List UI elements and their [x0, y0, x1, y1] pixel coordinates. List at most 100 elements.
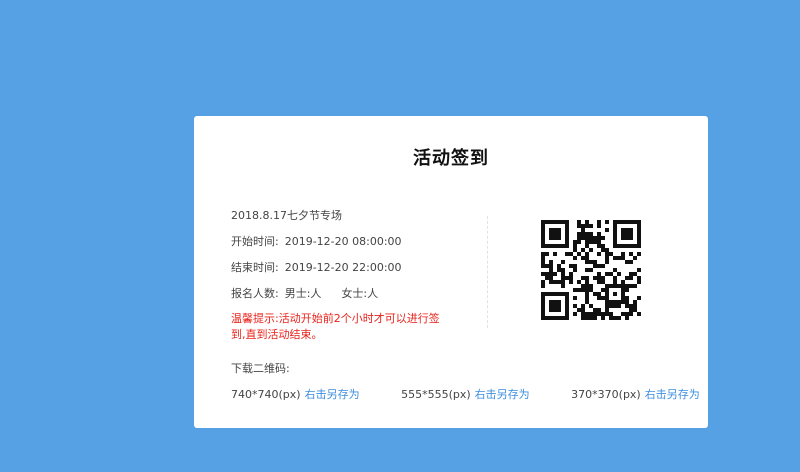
- divider: [487, 216, 488, 328]
- qr-module: [625, 296, 629, 300]
- qr-module: [581, 288, 585, 292]
- qr-module: [617, 284, 621, 288]
- qr-module: [621, 312, 625, 316]
- qr-module: [585, 240, 589, 244]
- qr-module: [605, 308, 609, 312]
- qr-module: [625, 304, 629, 308]
- qr-module: [589, 316, 593, 320]
- qr-module: [625, 244, 629, 248]
- save-link-555[interactable]: 右击另存为: [475, 388, 530, 401]
- qr-module: [605, 284, 609, 288]
- qr-module: [601, 236, 605, 240]
- qr-module: [557, 268, 561, 272]
- qr-module: [549, 300, 553, 304]
- start-time-value: 2019-12-20 08:00:00: [284, 235, 402, 248]
- notice-text: 温馨提示:活动开始前2个小时才可以进行签到,直到活动结束。: [231, 312, 440, 341]
- qr-module: [621, 280, 625, 284]
- qr-module: [597, 308, 601, 312]
- event-info: 2018.8.17七夕节专场 开始时间: 2019-12-20 08:00:00 …: [231, 209, 451, 343]
- qr-module: [541, 316, 545, 320]
- qr-module: [597, 252, 601, 256]
- qr-module: [613, 224, 617, 228]
- qr-module: [549, 228, 553, 232]
- qr-module: [557, 228, 561, 232]
- qr-module: [577, 280, 581, 284]
- qr-module: [573, 312, 577, 316]
- qr-module: [629, 244, 633, 248]
- qr-module: [541, 240, 545, 244]
- qr-module: [565, 224, 569, 228]
- qr-module: [549, 264, 553, 268]
- qr-module: [585, 220, 589, 224]
- qr-module: [625, 312, 629, 316]
- qr-module: [625, 276, 629, 280]
- qr-module: [613, 284, 617, 288]
- qr-module: [561, 280, 565, 284]
- qr-module: [561, 276, 565, 280]
- qr-module: [585, 296, 589, 300]
- qr-module: [597, 280, 601, 284]
- qr-module: [585, 300, 589, 304]
- qr-module: [541, 256, 545, 260]
- qr-module: [601, 264, 605, 268]
- qr-module: [545, 316, 549, 320]
- qr-module: [621, 244, 625, 248]
- qr-module: [589, 288, 593, 292]
- qr-module: [629, 272, 633, 276]
- qr-module: [581, 308, 585, 312]
- qr-module: [629, 220, 633, 224]
- qr-module: [621, 228, 625, 232]
- qr-module: [573, 240, 577, 244]
- qr-module: [573, 296, 577, 300]
- qr-module: [637, 232, 641, 236]
- qr-module: [589, 240, 593, 244]
- qr-module: [561, 244, 565, 248]
- qr-module: [597, 240, 601, 244]
- qr-module: [581, 304, 585, 308]
- qr-module: [609, 284, 613, 288]
- qr-module: [553, 228, 557, 232]
- qr-module: [585, 268, 589, 272]
- qr-module: [613, 276, 617, 280]
- qr-module: [565, 228, 569, 232]
- qr-module: [565, 312, 569, 316]
- qr-module: [633, 220, 637, 224]
- save-link-370[interactable]: 右击另存为: [645, 388, 700, 401]
- qr-module: [617, 244, 621, 248]
- qr-module: [561, 284, 565, 288]
- qr-module: [589, 236, 593, 240]
- qr-module: [585, 236, 589, 240]
- download-size-555: 555*555(px) 右击另存为: [401, 386, 530, 402]
- qr-module: [581, 312, 585, 316]
- save-link-740[interactable]: 右击另存为: [305, 388, 360, 401]
- qr-module: [557, 280, 561, 284]
- qr-module: [553, 232, 557, 236]
- qr-module: [553, 252, 557, 256]
- qr-module: [617, 220, 621, 224]
- download-sizes: 740*740(px) 右击另存为 555*555(px) 右击另存为 370*37…: [231, 386, 700, 402]
- qr-code-icon[interactable]: [541, 220, 641, 320]
- qr-module: [613, 232, 617, 236]
- qr-module: [589, 224, 593, 228]
- qr-module: [609, 304, 613, 308]
- qr-module: [625, 288, 629, 292]
- qr-module: [613, 220, 617, 224]
- qr-module: [545, 292, 549, 296]
- qr-module: [573, 244, 577, 248]
- qr-module: [637, 296, 641, 300]
- qr-module: [553, 292, 557, 296]
- qr-module: [581, 316, 585, 320]
- qr-module: [629, 260, 633, 264]
- qr-module: [625, 220, 629, 224]
- download-size-370: 370*370(px) 右击另存为: [571, 386, 700, 402]
- qr-module: [605, 260, 609, 264]
- qr-module: [565, 244, 569, 248]
- qr-module: [621, 220, 625, 224]
- qr-module: [541, 264, 545, 268]
- qr-module: [553, 308, 557, 312]
- qr-module: [585, 224, 589, 228]
- qr-module: [621, 292, 625, 296]
- qr-module: [637, 280, 641, 284]
- qr-module: [565, 300, 569, 304]
- qr-module: [597, 220, 601, 224]
